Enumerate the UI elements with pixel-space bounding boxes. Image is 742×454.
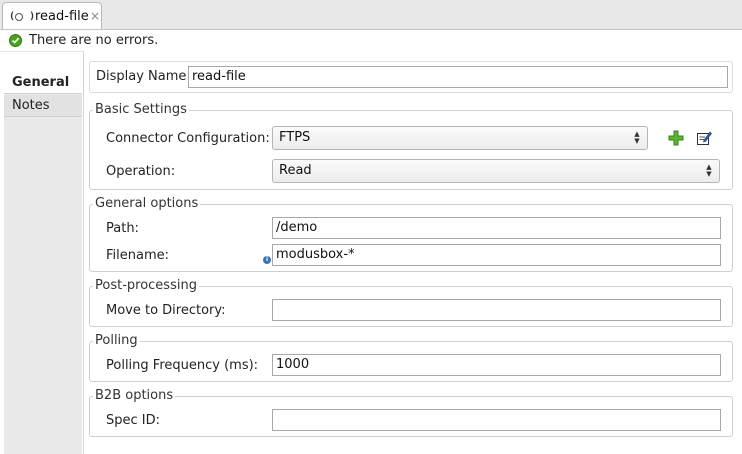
validation-status-bar: There are no errors.	[0, 30, 742, 52]
display-name-group: Display Name: read-file	[89, 61, 733, 93]
properties-panel: Display Name: read-file Basic Settings C…	[83, 51, 742, 454]
tab-title: read-file	[35, 9, 89, 24]
edit-icon[interactable]	[696, 130, 712, 146]
polling-frequency-field[interactable]: 1000	[272, 354, 721, 376]
spec-id-field[interactable]	[272, 409, 721, 431]
move-to-directory-field[interactable]	[272, 299, 721, 321]
spec-id-label: Spec ID:	[106, 413, 161, 428]
display-name-label: Display Name:	[96, 69, 191, 84]
polling-title: Polling	[93, 333, 140, 349]
b2b-options-title: B2B options	[93, 388, 176, 404]
status-message: There are no errors.	[29, 33, 159, 48]
post-processing-title: Post-processing	[93, 278, 199, 294]
tab-read-file[interactable]: ( ) read-file ×	[2, 2, 102, 29]
move-to-directory-label: Move to Directory:	[106, 303, 226, 318]
connector-config-value: FTPS	[279, 130, 311, 145]
spinner-arrows-icon: ▲ ▼	[634, 130, 640, 145]
path-field[interactable]: /demo	[272, 217, 721, 239]
display-name-field[interactable]: read-file	[188, 66, 728, 88]
general-options-group: General options Path: /demo Filename: i …	[89, 196, 733, 272]
filename-field[interactable]: modusbox-*	[272, 244, 721, 266]
info-icon[interactable]: i	[263, 256, 271, 264]
properties-nav: General Notes	[4, 70, 82, 454]
check-circle-icon	[9, 34, 22, 47]
path-label: Path:	[106, 221, 139, 236]
add-icon[interactable]	[668, 130, 684, 146]
ftps-connector-icon: ( )	[9, 11, 35, 22]
b2b-options-group: B2B options Spec ID:	[89, 388, 733, 437]
polling-frequency-label: Polling Frequency (ms):	[106, 358, 259, 373]
operation-label: Operation:	[106, 164, 176, 179]
operation-value: Read	[279, 163, 312, 178]
polling-group: Polling Polling Frequency (ms): 1000	[89, 333, 733, 382]
basic-settings-title: Basic Settings	[93, 102, 189, 118]
basic-settings-group: Basic Settings Connector Configuration: …	[89, 102, 733, 190]
post-processing-group: Post-processing Move to Directory:	[89, 278, 733, 327]
tab-notes[interactable]: Notes	[4, 95, 82, 117]
connector-config-label: Connector Configuration:	[106, 131, 270, 146]
tab-general[interactable]: General	[4, 70, 82, 94]
filename-label: Filename:	[106, 248, 170, 263]
general-options-title: General options	[93, 196, 201, 212]
close-icon[interactable]: ×	[90, 9, 100, 23]
operation-select[interactable]: Read ▲ ▼	[272, 159, 720, 183]
connector-config-select[interactable]: FTPS ▲ ▼	[272, 126, 648, 150]
editor-tab-strip: ( ) read-file ×	[0, 0, 742, 30]
spinner-arrows-icon: ▲ ▼	[706, 163, 712, 178]
